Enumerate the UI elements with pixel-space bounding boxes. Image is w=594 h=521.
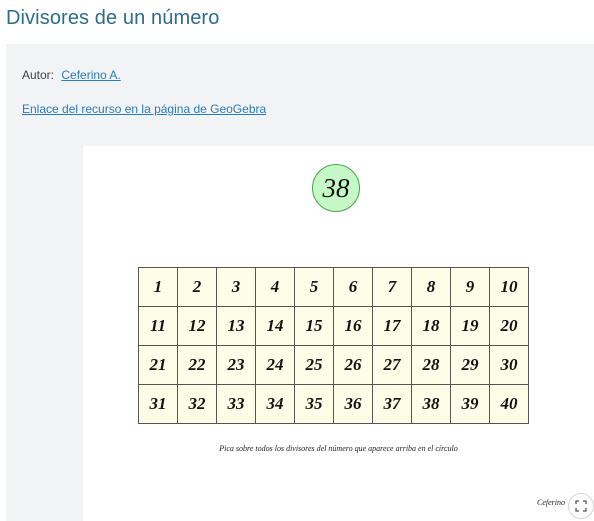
author-link[interactable]: Ceferino A.: [61, 68, 120, 82]
number-cell[interactable]: 13: [216, 306, 256, 346]
geogebra-applet[interactable]: 38 1 2 3 4 5 6 7 8 9 10 11 12 13 14 15 16 17 18 19 20 21 22 23…: [83, 146, 594, 521]
number-cell[interactable]: 37: [372, 384, 412, 424]
author-label: Autor:: [22, 68, 55, 82]
number-cell[interactable]: 32: [177, 384, 217, 424]
number-cell[interactable]: 18: [411, 306, 451, 346]
page-title: Divisores de un número: [6, 7, 220, 29]
number-cell[interactable]: 31: [138, 384, 178, 424]
number-cell[interactable]: 38: [411, 384, 451, 424]
number-grid: 1 2 3 4 5 6 7 8 9 10 11 12 13 14 15 16 17 18 19 20 21 22 23 24 2…: [138, 267, 529, 424]
applet-credit: Ceferino: [537, 498, 565, 507]
number-cell[interactable]: 19: [450, 306, 490, 346]
number-cell[interactable]: 27: [372, 345, 412, 385]
number-cell[interactable]: 9: [450, 267, 490, 307]
number-cell[interactable]: 11: [138, 306, 178, 346]
number-cell[interactable]: 33: [216, 384, 256, 424]
number-cell[interactable]: 40: [489, 384, 529, 424]
number-cell[interactable]: 25: [294, 345, 334, 385]
number-cell[interactable]: 12: [177, 306, 217, 346]
number-cell[interactable]: 24: [255, 345, 295, 385]
number-cell[interactable]: 35: [294, 384, 334, 424]
number-cell[interactable]: 4: [255, 267, 295, 307]
grid-row: 31 32 33 34 35 36 37 38 39 40: [138, 384, 529, 424]
number-cell[interactable]: 29: [450, 345, 490, 385]
number-cell[interactable]: 17: [372, 306, 412, 346]
number-cell[interactable]: 20: [489, 306, 529, 346]
number-cell[interactable]: 30: [489, 345, 529, 385]
number-cell[interactable]: 15: [294, 306, 334, 346]
number-cell[interactable]: 8: [411, 267, 451, 307]
number-cell[interactable]: 34: [255, 384, 295, 424]
number-cell[interactable]: 39: [450, 384, 490, 424]
grid-row: 1 2 3 4 5 6 7 8 9 10: [138, 267, 529, 307]
geogebra-resource-link[interactable]: Enlace del recurso en la página de GeoGe…: [22, 102, 266, 116]
content-panel: Autor: Ceferino A. Enlace del recurso en…: [6, 44, 594, 521]
number-cell[interactable]: 2: [177, 267, 217, 307]
number-cell[interactable]: 22: [177, 345, 217, 385]
grid-row: 21 22 23 24 25 26 27 28 29 30: [138, 345, 529, 385]
number-cell[interactable]: 28: [411, 345, 451, 385]
author-row: Autor: Ceferino A.: [22, 68, 121, 82]
number-cell[interactable]: 26: [333, 345, 373, 385]
number-cell[interactable]: 21: [138, 345, 178, 385]
number-cell[interactable]: 14: [255, 306, 295, 346]
number-cell[interactable]: 10: [489, 267, 529, 307]
number-cell[interactable]: 1: [138, 267, 178, 307]
grid-row: 11 12 13 14 15 16 17 18 19 20: [138, 306, 529, 346]
number-cell[interactable]: 6: [333, 267, 373, 307]
number-cell[interactable]: 16: [333, 306, 373, 346]
number-cell[interactable]: 5: [294, 267, 334, 307]
number-cell[interactable]: 3: [216, 267, 256, 307]
number-cell[interactable]: 7: [372, 267, 412, 307]
fullscreen-icon: [575, 500, 587, 512]
fullscreen-button[interactable]: [568, 493, 594, 519]
number-cell[interactable]: 36: [333, 384, 373, 424]
instruction-text: Pica sobre todos los divisores del númer…: [219, 444, 458, 453]
number-cell[interactable]: 23: [216, 345, 256, 385]
target-number-circle: 38: [312, 164, 360, 212]
